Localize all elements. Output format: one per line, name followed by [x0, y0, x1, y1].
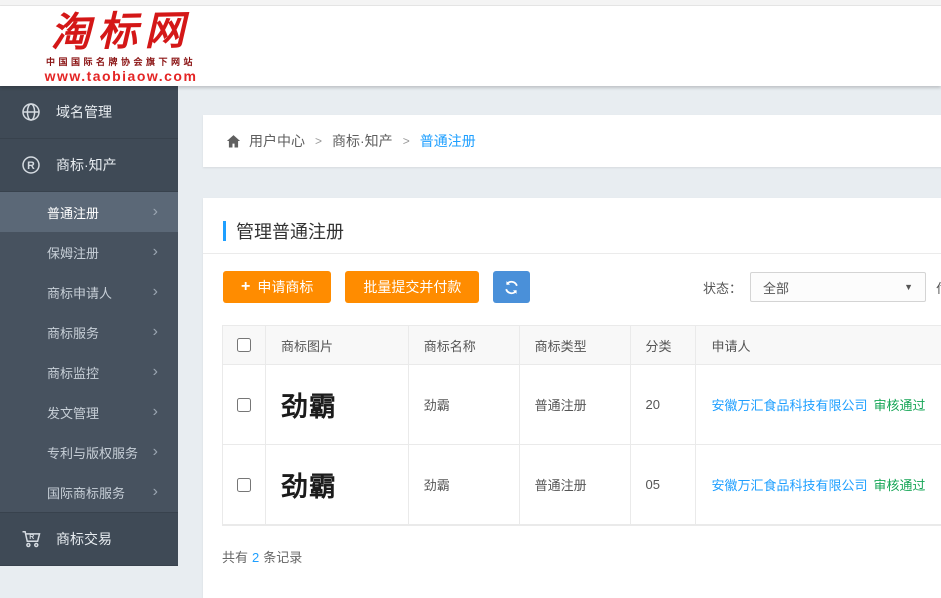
sidebar-item-trade[interactable]: R 商标交易	[0, 513, 178, 566]
sidebar-item-label: 域名管理	[56, 104, 112, 120]
breadcrumb-user-center[interactable]: 用户中心	[249, 131, 305, 151]
sidebar-item-label: 商标·知产	[56, 157, 117, 173]
caret-down-icon: ▼	[904, 282, 914, 292]
trademark-image[interactable]: 劲霸	[281, 385, 337, 424]
chevron-right-icon: ›	[152, 443, 158, 460]
status-select-value: 全部	[763, 280, 790, 296]
sidebar-item-domain[interactable]: 域名管理	[0, 86, 178, 139]
svg-text:R: R	[29, 534, 34, 541]
breadcrumb: 用户中心 > 商标·知产 > 普通注册	[226, 131, 476, 151]
table-body: 劲霸 劲霸 普通注册 20 安徽万汇食品科技有限公司 审核通过 劲霸 劲霸 普通…	[223, 365, 941, 525]
sidebar-item-trademark-service[interactable]: 商标服务 ›	[0, 312, 178, 352]
trademark-category: 20	[631, 365, 697, 444]
trademark-category: 05	[631, 445, 697, 524]
sidebar-item-patent-copyright[interactable]: 专利与版权服务 ›	[0, 432, 178, 472]
column-header-image: 商标图片	[266, 326, 409, 364]
sidebar-item-nanny-register[interactable]: 保姆注册 ›	[0, 232, 178, 272]
apply-trademark-button[interactable]: + 申请商标	[223, 271, 332, 303]
svg-text:R: R	[27, 160, 35, 172]
record-summary: 共有 2 条记录	[222, 550, 303, 565]
chevron-right-icon: ›	[152, 203, 158, 220]
trademark-table: 商标图片 商标名称 商标类型 分类 申请人 劲霸 劲霸 普通注册 20 安徽万汇…	[222, 325, 941, 526]
trademark-name: 劲霸	[409, 445, 520, 524]
trademark-type: 普通注册	[520, 445, 631, 524]
registered-icon: R	[21, 155, 41, 175]
breadcrumb-normal-register[interactable]: 普通注册	[420, 131, 476, 151]
site-logo[interactable]: 淘标网 中国国际名牌协会旗下网站 www.taobiaow.com	[26, 6, 216, 84]
sidebar-item-monitor[interactable]: 商标监控 ›	[0, 352, 178, 392]
logo-url: www.taobiaow.com	[44, 68, 198, 84]
globe-icon	[21, 102, 41, 122]
logo-subtitle: 中国国际名牌协会旗下网站	[45, 57, 196, 67]
breadcrumb-bar: 用户中心 > 商标·知产 > 普通注册	[203, 115, 941, 167]
breadcrumb-trademark[interactable]: 商标·知产	[332, 131, 393, 151]
batch-submit-pay-button[interactable]: 批量提交并付款	[345, 271, 480, 303]
trademark-image[interactable]: 劲霸	[281, 465, 337, 504]
trademark-name: 劲霸	[409, 365, 520, 444]
refresh-button[interactable]	[493, 271, 531, 303]
table-row: 劲霸 劲霸 普通注册 05 安徽万汇食品科技有限公司 审核通过	[223, 445, 941, 525]
chevron-right-icon: ›	[152, 243, 158, 260]
status-badge: 审核通过	[873, 478, 926, 493]
toolbar: + 申请商标 批量提交并付款	[223, 271, 531, 303]
title-divider	[203, 253, 941, 254]
refresh-icon	[504, 280, 519, 295]
column-header-applicant: 申请人	[711, 338, 751, 354]
title-accent-bar	[223, 221, 226, 241]
payment-status-label: 付款状态：	[936, 278, 941, 297]
row-checkbox[interactable]	[236, 397, 251, 412]
app-header: 淘标网 中国国际名牌协会旗下网站 www.taobiaow.com	[0, 6, 941, 86]
breadcrumb-separator: >	[315, 134, 323, 148]
sidebar-item-international[interactable]: 国际商标服务 ›	[0, 472, 178, 512]
select-all-cell	[223, 326, 266, 364]
chevron-right-icon: ›	[152, 283, 158, 300]
plus-icon: +	[241, 278, 251, 295]
trademark-type: 普通注册	[520, 365, 631, 444]
trademark-submenu: 普通注册 › 保姆注册 › 商标申请人 › 商标服务 › 商标监控 › 发文管理…	[0, 192, 178, 513]
applicant-link[interactable]: 安徽万汇食品科技有限公司	[711, 475, 867, 494]
chevron-right-icon: ›	[152, 483, 158, 500]
column-header-type: 商标类型	[520, 326, 631, 364]
column-header-category: 分类	[631, 326, 697, 364]
sidebar-item-applicant[interactable]: 商标申请人 ›	[0, 272, 178, 312]
status-label: 状态：	[703, 280, 743, 296]
chevron-right-icon: ›	[152, 363, 158, 380]
sidebar: 域名管理 R 商标·知产 普通注册 › 保姆注册 › 商标申请人 › 商标服务 …	[0, 86, 178, 566]
row-checkbox[interactable]	[236, 477, 251, 492]
status-select[interactable]: 全部 ▼	[750, 272, 927, 302]
cart-icon: R	[21, 529, 41, 549]
sidebar-item-documents[interactable]: 发文管理 ›	[0, 392, 178, 432]
status-filter-group: 状态： 全部 ▼ 付款状态：	[703, 272, 941, 302]
breadcrumb-separator: >	[402, 134, 410, 148]
table-header-row: 商标图片 商标名称 商标类型 分类 申请人	[223, 326, 941, 365]
chevron-right-icon: ›	[152, 323, 158, 340]
status-badge: 审核通过	[873, 398, 926, 413]
table-row: 劲霸 劲霸 普通注册 20 安徽万汇食品科技有限公司 审核通过	[223, 365, 941, 445]
content-card: 管理普通注册 + 申请商标 批量提交并付款 状态： 全部 ▼ 商标图片 商标名称…	[203, 198, 941, 598]
column-header-name: 商标名称	[409, 326, 520, 364]
page-title: 管理普通注册	[223, 218, 344, 244]
sidebar-item-label: 商标交易	[56, 531, 112, 547]
applicant-link[interactable]: 安徽万汇食品科技有限公司	[711, 395, 867, 414]
logo-calligraphy: 淘标网	[50, 6, 192, 57]
home-icon	[226, 134, 241, 149]
main-content: 用户中心 > 商标·知产 > 普通注册 管理普通注册 + 申请商标 批量提交并付…	[178, 86, 941, 598]
sidebar-item-normal-register[interactable]: 普通注册 ›	[0, 192, 178, 232]
sidebar-item-trademark[interactable]: R 商标·知产	[0, 139, 178, 192]
select-all-checkbox[interactable]	[236, 338, 251, 352]
chevron-right-icon: ›	[152, 403, 158, 420]
